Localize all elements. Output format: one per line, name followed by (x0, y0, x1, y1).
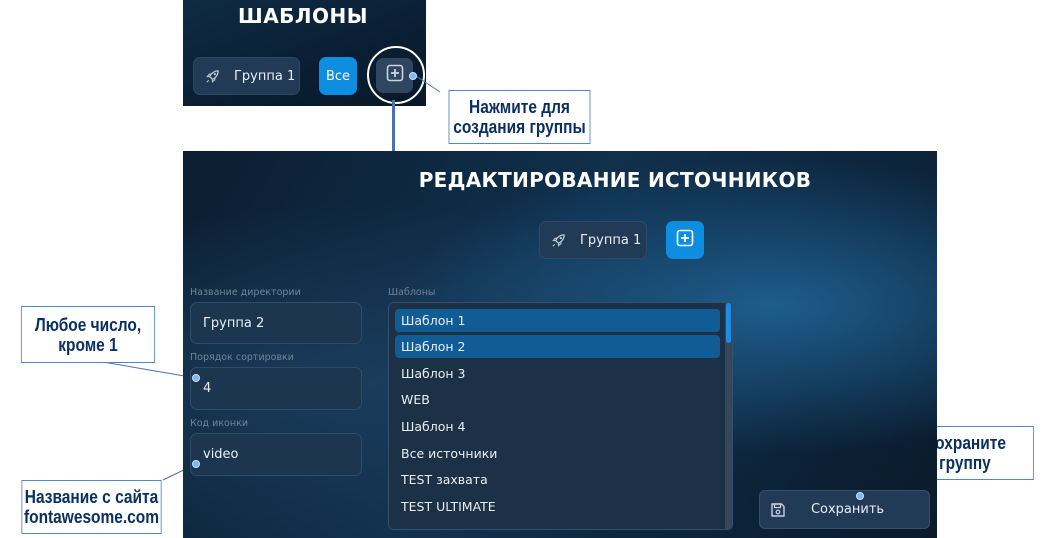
add-group-button[interactable] (376, 58, 413, 93)
callout-create-group: Нажмите для создания группы (448, 90, 591, 144)
templates-panel: ШАБЛОНЫ Группа 1 Все (183, 0, 426, 106)
source-editor-panel: РЕДАКТИРОВАНИЕ ИСТОЧНИКОВ Группа 1 Назва… (183, 151, 937, 538)
floppy-disk-icon (770, 502, 786, 518)
sort-order-label: Порядок сортировки (190, 352, 294, 363)
plus-square-icon (676, 229, 694, 251)
list-item[interactable]: Шаблон 3 (395, 362, 720, 385)
directory-name-field[interactable]: Группа 2 (190, 302, 362, 344)
group-1-chip[interactable]: Группа 1 (193, 57, 300, 95)
list-item[interactable]: TEST захвата (395, 468, 720, 491)
list-item[interactable]: WEB (395, 388, 720, 411)
save-button[interactable]: Сохранить (759, 490, 930, 529)
annotation-dot (192, 374, 200, 382)
rocket-icon (550, 232, 566, 248)
group-chip-label: Группа 1 (234, 68, 296, 84)
list-item[interactable]: Шаблон 1 (395, 309, 720, 332)
annotation-dot (192, 460, 200, 468)
directory-name-label: Название директории (190, 287, 301, 298)
annotation-dot (409, 72, 417, 80)
list-scroll-thumb[interactable] (726, 303, 731, 343)
rocket-icon (204, 68, 220, 84)
list-item[interactable]: Шаблон 2 (395, 335, 720, 358)
list-scrollbar[interactable] (725, 303, 732, 529)
templates-list[interactable]: Шаблон 1 Шаблон 2 Шаблон 3 WEB Шаблон 4 … (388, 302, 733, 530)
editor-group-chip-label: Группа 1 (580, 232, 642, 248)
icon-code-label: Код иконки (190, 418, 248, 429)
callout-any-number: Любое число, кроме 1 (20, 306, 156, 363)
plus-square-icon (386, 64, 404, 87)
templates-title: ШАБЛОНЫ (237, 4, 368, 28)
editor-title: РЕДАКТИРОВАНИЕ ИСТОЧНИКОВ (418, 168, 812, 192)
list-item[interactable]: Шаблон 4 (395, 415, 720, 438)
editor-add-group-button[interactable] (666, 221, 704, 259)
list-item[interactable]: Все источники (395, 442, 720, 465)
templates-label: Шаблоны (388, 287, 436, 298)
list-item[interactable]: TEST ULTIMATE (395, 495, 720, 518)
connector-line (392, 100, 395, 152)
editor-group-chip[interactable]: Группа 1 (539, 221, 647, 259)
sort-order-field[interactable]: 4 (190, 367, 362, 410)
save-button-label: Сохранить (810, 502, 885, 517)
all-groups-button[interactable]: Все (319, 57, 357, 95)
annotation-dot (856, 492, 864, 500)
icon-code-field[interactable]: video (190, 433, 362, 476)
callout-fontawesome: Название с сайта fontawesome.com (21, 480, 162, 534)
